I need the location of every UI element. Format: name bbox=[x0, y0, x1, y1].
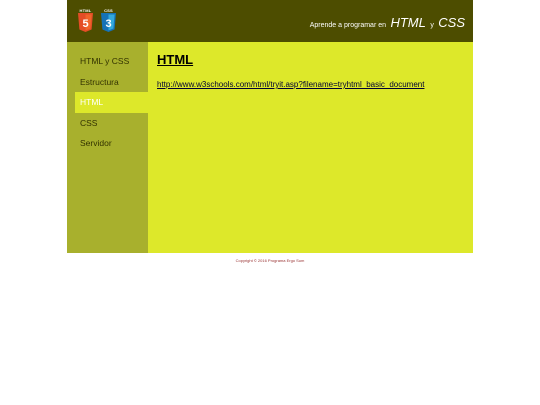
tagline: Aprende a programar en HTML y CSS bbox=[310, 14, 465, 32]
tagline-css: CSS bbox=[438, 15, 465, 30]
logos: HTML 5 CSS 3 bbox=[78, 8, 116, 32]
css3-digit: 3 bbox=[105, 18, 111, 30]
sidebar-item-html-y-css[interactable]: HTML y CSS bbox=[67, 51, 148, 72]
tagline-and: y bbox=[430, 22, 434, 29]
sidebar-item-html[interactable]: HTML bbox=[75, 92, 148, 113]
sidebar-item-css[interactable]: CSS bbox=[67, 113, 148, 134]
html5-logo: HTML 5 bbox=[78, 8, 93, 32]
tagline-prefix: Aprende a programar en bbox=[309, 22, 387, 29]
main: HTML y CSS Estructura HTML CSS Servidor … bbox=[67, 42, 473, 253]
sidebar: HTML y CSS Estructura HTML CSS Servidor bbox=[67, 42, 148, 253]
html5-digit: 5 bbox=[82, 18, 88, 30]
css3-logo: CSS 3 bbox=[101, 8, 116, 32]
page-title: HTML bbox=[157, 52, 194, 67]
footer-copyright: Copyright © 2016 Programa Ergo Sum bbox=[235, 258, 305, 263]
header: HTML 5 CSS 3 Aprende a programar en HTML… bbox=[67, 0, 473, 42]
css3-icon: 3 bbox=[101, 13, 116, 32]
sidebar-item-servidor[interactable]: Servidor bbox=[67, 133, 148, 154]
html5-icon: 5 bbox=[78, 13, 93, 32]
sidebar-item-estructura[interactable]: Estructura bbox=[67, 72, 148, 93]
tagline-html: HTML bbox=[390, 15, 426, 30]
content: HTML http://www.w3schools.com/html/tryit… bbox=[148, 42, 473, 253]
page: HTML 5 CSS 3 Aprende a programar en HTML… bbox=[67, 0, 473, 263]
w3schools-link[interactable]: http://www.w3schools.com/html/tryit.asp?… bbox=[157, 80, 424, 89]
